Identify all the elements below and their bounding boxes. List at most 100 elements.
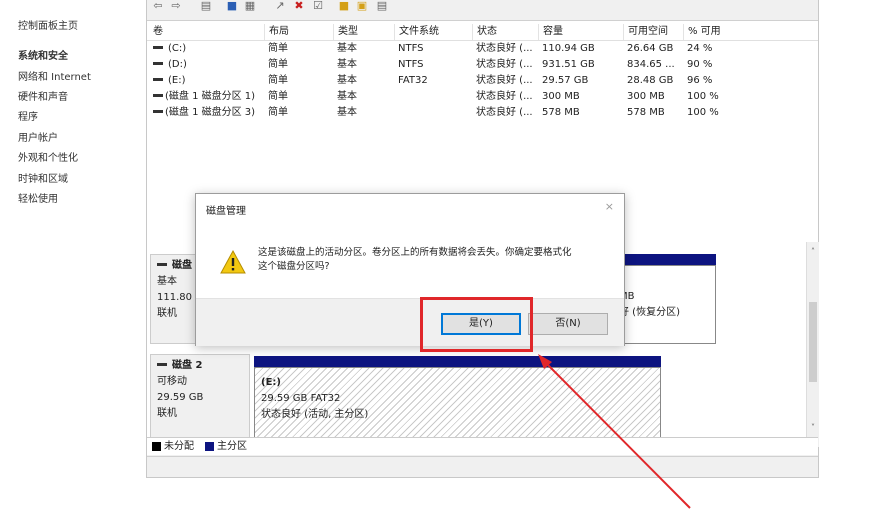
column-header-type[interactable]: 类型 [333, 24, 393, 40]
volume-cell: (D:) [149, 57, 265, 73]
status-cell: 状态良好 (... [476, 91, 533, 102]
disk2-label[interactable]: 磁盘 2 可移动 29.59 GB 联机 [150, 354, 250, 438]
capacity-cell: 110.94 GB [542, 43, 595, 54]
dialog-title: 磁盘管理 [206, 206, 246, 217]
volume-cell: (C:) [149, 41, 265, 57]
volume-icon [153, 45, 163, 49]
document-icon[interactable]: ▤ [375, 0, 389, 12]
filesystem-cell: NTFS [398, 59, 424, 70]
dialog-footer: 是(Y) 否(N) [196, 298, 624, 346]
dialog-message-line1: 这是该磁盘上的活动分区。卷分区上的所有数据将会丢失。你确定要格式化 [258, 247, 572, 258]
capacity-cell: 300 MB [542, 91, 580, 102]
help-icon[interactable]: ■ [225, 0, 239, 12]
sidebar-item-programs[interactable]: 程序 [18, 111, 38, 125]
open-icon[interactable]: ▣ [355, 0, 369, 12]
filesystem-cell [394, 89, 472, 105]
sidebar-item-home[interactable]: 控制面板主页 [18, 20, 78, 34]
volume-name: (磁盘 1 磁盘分区 3) [165, 107, 256, 118]
disk-icon [157, 362, 167, 366]
column-header-free-space[interactable]: 可用空间 [623, 24, 683, 40]
column-header-layout[interactable]: 布局 [264, 24, 332, 40]
sidebar-item-appearance[interactable]: 外观和个性化 [18, 152, 78, 166]
sidebar-item-ease-of-access[interactable]: 轻松使用 [18, 193, 58, 207]
dialog-message-line2: 这个磁盘分区吗? [258, 261, 330, 272]
control-panel-sidebar: 控制面板主页 系统和安全 网络和 Internet 硬件和声音 程序 用户帐户 … [0, 0, 140, 510]
sidebar-item-hardware-sound[interactable]: 硬件和声音 [18, 91, 68, 105]
disk1-title: 磁盘 [157, 259, 192, 273]
table-row[interactable]: (磁盘 1 磁盘分区 3) 简单 基本 状态良好 (... 578 MB 578… [147, 105, 818, 121]
column-header-filesystem[interactable]: 文件系统 [394, 24, 472, 40]
column-header-capacity[interactable]: 容量 [538, 24, 623, 40]
delete-icon[interactable]: ✖ [292, 0, 306, 12]
layout-cell: 简单 [268, 59, 288, 70]
sidebar-item-clock-region[interactable]: 时钟和区域 [18, 173, 68, 187]
back-icon[interactable]: ⇦ [151, 0, 165, 12]
disk2-type: 可移动 [157, 376, 187, 387]
disk2-title: 磁盘 2 [157, 359, 202, 373]
folder-icon[interactable]: ■ [337, 0, 351, 12]
volume-name: (磁盘 1 磁盘分区 1) [165, 91, 256, 102]
format-confirm-dialog: 磁盘管理 × 这是该磁盘上的活动分区。卷分区上的所有数据将会丢失。你确定要格式化… [195, 193, 625, 346]
disk1-recovery-partition[interactable]: MB 好 (恢复分区) [612, 265, 716, 344]
disk1-partition-bar [612, 254, 716, 265]
capacity-cell: 29.57 GB [542, 75, 589, 86]
table-row[interactable]: (D:) 简单 基本 NTFS 状态良好 (... 931.51 GB 834.… [147, 57, 818, 73]
status-cell: 状态良好 (... [476, 59, 533, 70]
status-cell: 状态良好 (... [476, 75, 533, 86]
sidebar-item-system-security[interactable]: 系统和安全 [18, 50, 68, 64]
scroll-up-icon[interactable]: ˄ [807, 246, 819, 258]
check-icon[interactable]: ☑ [311, 0, 325, 12]
type-cell: 基本 [337, 43, 357, 54]
view-icon[interactable]: ▦ [243, 0, 257, 12]
capacity-cell: 578 MB [542, 107, 580, 118]
status-cell: 状态良好 (... [476, 43, 533, 54]
layout-cell: 简单 [268, 43, 288, 54]
column-header-status[interactable]: 状态 [472, 24, 538, 40]
sidebar-item-network[interactable]: 网络和 Internet [18, 71, 91, 85]
sidebar-item-user-accounts[interactable]: 用户帐户 [18, 132, 58, 146]
scroll-down-icon[interactable]: ˅ [807, 422, 819, 434]
percent-free-cell: 90 % [687, 59, 713, 70]
volume-icon [153, 77, 163, 81]
dialog-message: 这是该磁盘上的活动分区。卷分区上的所有数据将会丢失。你确定要格式化 这个磁盘分区… [258, 246, 572, 274]
column-header-percent-free[interactable]: % 可用 [683, 24, 747, 40]
properties-icon[interactable]: ▤ [199, 0, 213, 12]
warning-icon [220, 249, 246, 274]
legend-unallocated: 未分配 [164, 441, 194, 452]
free-space-cell: 26.64 GB [627, 43, 674, 54]
table-row[interactable]: (C:) 简单 基本 NTFS 状态良好 (... 110.94 GB 26.6… [147, 41, 818, 57]
disk2-partition-name: (E:) [261, 377, 281, 388]
volume-name: (D:) [168, 59, 187, 70]
connect-icon[interactable]: ↗ [273, 0, 287, 12]
volume-cell: (E:) [149, 73, 265, 89]
disk1-partition-status: 好 (恢复分区) [619, 307, 680, 318]
disk1-type: 基本 [157, 276, 177, 287]
type-cell: 基本 [337, 91, 357, 102]
disk-icon [157, 262, 167, 266]
percent-free-cell: 96 % [687, 75, 713, 86]
free-space-cell: 300 MB [627, 91, 665, 102]
type-cell: 基本 [337, 107, 357, 118]
volume-name: (C:) [168, 43, 187, 54]
scroll-thumb[interactable] [809, 302, 817, 382]
vertical-scrollbar[interactable]: ˄ ˅ [806, 242, 819, 447]
column-header-volume[interactable]: 卷 [149, 24, 263, 40]
volume-name: (E:) [168, 75, 186, 86]
table-row[interactable]: (E:) 简单 基本 FAT32 状态良好 (... 29.57 GB 28.4… [147, 73, 818, 89]
disk2-partition-e[interactable]: (E:) 29.59 GB FAT32 状态良好 (活动, 主分区) [254, 367, 661, 438]
table-row[interactable]: (磁盘 1 磁盘分区 1) 简单 基本 状态良好 (... 300 MB 300… [147, 89, 818, 105]
disk2-status: 联机 [157, 408, 177, 419]
filesystem-cell [394, 105, 472, 121]
disk2-name: 磁盘 2 [172, 360, 203, 371]
filesystem-cell: FAT32 [398, 75, 428, 86]
legend: 未分配 主分区 [147, 437, 818, 455]
type-cell: 基本 [337, 75, 357, 86]
disk2-partition-bar [254, 356, 661, 367]
type-cell: 基本 [337, 59, 357, 70]
legend-primary: 主分区 [217, 441, 247, 452]
disk1-status: 联机 [157, 308, 177, 319]
forward-icon[interactable]: ⇨ [169, 0, 183, 12]
no-button[interactable]: 否(N) [528, 313, 608, 335]
close-icon[interactable]: × [605, 200, 614, 213]
volume-cell: (磁盘 1 磁盘分区 3) [149, 105, 267, 121]
